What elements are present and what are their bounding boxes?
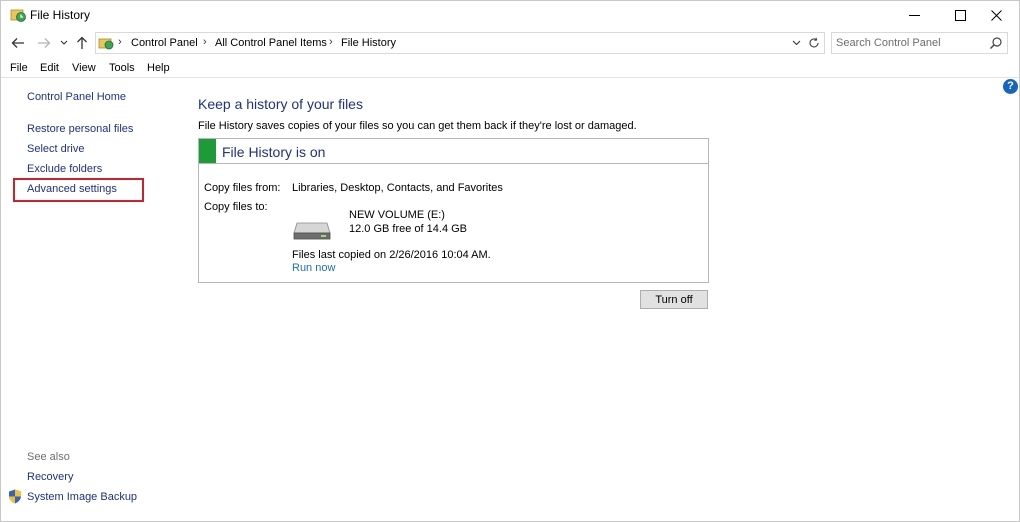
exclude-folders-link[interactable]: Exclude folders [27, 163, 102, 175]
chevron-down-icon [60, 40, 68, 45]
search-box[interactable] [831, 32, 1008, 54]
address-row: › Control Panel › All Control Panel Item… [1, 31, 1019, 57]
forward-button[interactable] [36, 35, 52, 51]
drive-name: NEW VOLUME (E:) [349, 209, 445, 221]
recent-locations-button[interactable] [58, 35, 70, 51]
file-history-window: File History › Control Panel › All Contr… [0, 0, 1020, 522]
restore-personal-files-link[interactable]: Restore personal files [27, 123, 133, 135]
breadcrumb-separator: › [118, 36, 122, 48]
search-input[interactable] [836, 35, 981, 51]
help-icon[interactable]: ? [1003, 79, 1018, 94]
page-title: Keep a history of your files [198, 96, 363, 112]
title-bar: File History [1, 1, 1019, 29]
close-icon [990, 9, 1002, 21]
status-header: File History is on [199, 139, 708, 164]
advanced-settings-highlight [13, 178, 144, 202]
address-dropdown-button[interactable] [788, 35, 804, 51]
system-image-backup-link[interactable]: System Image Backup [27, 491, 137, 503]
chevron-down-icon [792, 40, 800, 46]
menu-tools[interactable]: Tools [109, 62, 135, 74]
copy-from-value: Libraries, Desktop, Contacts, and Favori… [292, 182, 503, 194]
drive-icon [293, 222, 331, 240]
minimize-icon [908, 14, 920, 16]
last-copied-text: Files last copied on 2/26/2016 10:04 AM. [292, 249, 491, 261]
menu-file[interactable]: File [10, 62, 28, 74]
control-panel-icon [98, 38, 114, 50]
menu-bar: File Edit View Tools Help [1, 59, 1019, 78]
back-arrow-icon [11, 38, 24, 48]
address-bar[interactable]: › Control Panel › All Control Panel Item… [95, 32, 825, 54]
select-drive-link[interactable]: Select drive [27, 143, 84, 155]
drive-space: 12.0 GB free of 14.4 GB [349, 223, 468, 235]
menu-help[interactable]: Help [147, 62, 170, 74]
breadcrumb-control-panel[interactable]: Control Panel [131, 37, 198, 49]
page-description: File History saves copies of your files … [198, 120, 637, 132]
refresh-icon [809, 37, 819, 48]
close-button[interactable] [973, 1, 1019, 29]
breadcrumb-file-history[interactable]: File History [341, 37, 396, 49]
copy-from-label: Copy files from: [204, 182, 281, 194]
run-now-link[interactable]: Run now [292, 262, 335, 274]
search-icon[interactable] [989, 36, 1003, 50]
breadcrumb-separator[interactable]: › [329, 36, 333, 48]
window-title: File History [30, 8, 91, 22]
see-also-heading: See also [27, 451, 70, 463]
status-indicator [199, 139, 216, 163]
menu-edit[interactable]: Edit [40, 62, 59, 74]
menu-view[interactable]: View [72, 62, 96, 74]
copy-to-label: Copy files to: [204, 201, 268, 213]
minimize-button[interactable] [891, 1, 937, 29]
breadcrumb-all-items[interactable]: All Control Panel Items [215, 37, 327, 49]
up-arrow-icon [77, 36, 87, 49]
forward-arrow-icon [38, 38, 51, 48]
file-history-status-panel: File History is on Copy files from: Libr… [198, 138, 709, 283]
up-button[interactable] [74, 35, 90, 51]
status-title: File History is on [222, 144, 326, 160]
back-button[interactable] [10, 35, 26, 51]
refresh-button[interactable] [806, 35, 822, 51]
recovery-link[interactable]: Recovery [27, 471, 73, 483]
shield-icon [9, 489, 21, 504]
maximize-icon [954, 9, 966, 21]
breadcrumb-separator[interactable]: › [203, 36, 207, 48]
control-panel-home-link[interactable]: Control Panel Home [27, 91, 126, 103]
file-history-icon [10, 9, 26, 22]
turn-off-button[interactable]: Turn off [640, 290, 708, 309]
